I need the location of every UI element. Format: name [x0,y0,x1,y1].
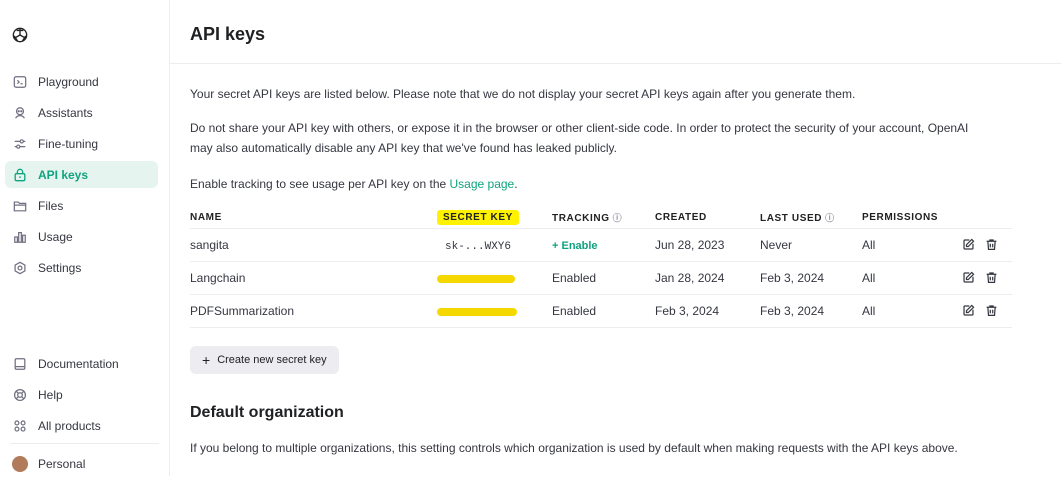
sliders-icon [12,136,28,152]
last-used-header-label: LAST USED [760,213,823,224]
terminal-icon [12,74,28,90]
permissions-value: All [862,228,962,262]
enable-tracking-button[interactable]: + Enable [552,240,598,252]
redacted-secret-key [437,274,515,283]
sidebar-item-label: All products [38,418,101,433]
delete-icon[interactable] [985,271,999,285]
sidebar-item-help[interactable]: Help [5,381,158,408]
permissions-value: All [862,261,962,295]
create-new-secret-key-button[interactable]: + Create new secret key [190,346,339,374]
sidebar-item-usage[interactable]: Usage [5,223,158,250]
robot-icon [12,105,28,121]
redacted-secret-key [437,307,517,316]
column-header-created: CREATED [655,207,760,229]
last-used-date: Feb 3, 2024 [760,261,862,295]
key-name: PDFSummarization [190,294,437,328]
sidebar-item-documentation[interactable]: Documentation [5,350,158,377]
last-used-date: Feb 3, 2024 [760,294,862,328]
openai-logo-icon[interactable] [10,25,30,45]
edit-icon[interactable] [962,238,976,252]
api-keys-table: NAME SECRET KEY TRACKING ⓘ CREATED LAST U… [190,207,1012,328]
last-used-date: Never [760,228,862,262]
tracking-note-suffix: . [514,177,518,191]
sidebar-item-label: Files [38,198,64,213]
info-icon[interactable]: ⓘ [825,211,835,224]
sidebar: Playground Assistants Fine-tuning API ke… [0,0,170,476]
sidebar-item-assistants[interactable]: Assistants [5,99,158,126]
column-header-last-used: LAST USED ⓘ [760,207,862,229]
sidebar-item-label: Settings [38,260,82,275]
table-header-row: NAME SECRET KEY TRACKING ⓘ CREATED LAST U… [190,207,1012,229]
secret-key-cell: sk-...WXY6 [437,228,552,262]
sidebar-item-label: Usage [38,229,73,244]
sidebar-divider [10,443,159,444]
folder-icon [12,198,28,214]
delete-icon[interactable] [985,238,999,252]
bar-chart-icon [12,229,28,245]
masked-secret-key: sk-...WXY6 [445,240,512,253]
tracking-cell: + Enable [552,228,655,262]
sidebar-item-label: Help [38,387,63,402]
info-icon[interactable]: ⓘ [613,211,623,224]
header-divider [170,63,1061,64]
column-header-secret-key: SECRET KEY [437,207,552,229]
page-title: API keys [190,24,266,44]
row-actions [962,228,1012,262]
help-icon [12,387,28,403]
sidebar-item-api-keys[interactable]: API keys [5,161,158,188]
sidebar-item-label: Playground [38,74,99,89]
sidebar-item-label: Documentation [38,356,119,371]
created-date: Feb 3, 2024 [655,294,760,328]
default-organization-title: Default organization [190,404,344,421]
row-actions [962,261,1012,295]
delete-icon[interactable] [985,304,999,318]
secret-key-header-label: SECRET KEY [437,210,519,225]
secret-key-cell [437,294,552,328]
sidebar-item-label: Assistants [38,105,93,120]
grid-icon [12,418,28,434]
column-header-name: NAME [190,207,437,229]
sidebar-item-files[interactable]: Files [5,192,158,219]
created-date: Jun 28, 2023 [655,228,760,262]
column-header-tracking: TRACKING ⓘ [552,207,655,229]
created-date: Jan 28, 2024 [655,261,760,295]
row-actions [962,294,1012,328]
table-row: PDFSummarization Enabled Feb 3, 2024 Feb… [190,294,1012,328]
create-button-label: Create new secret key [217,354,327,366]
edit-icon[interactable] [962,271,976,285]
tracking-header-label: TRACKING [552,213,610,224]
sidebar-item-fine-tuning[interactable]: Fine-tuning [5,130,158,157]
tracking-note: Enable tracking to see usage per API key… [190,174,990,194]
table-row: sangita sk-...WXY6 + Enable Jun 28, 2023… [190,228,1012,262]
column-header-permissions: PERMISSIONS [862,207,962,229]
avatar [12,455,28,472]
sidebar-item-label: API keys [38,167,89,182]
document-icon [12,356,28,372]
secret-key-cell [437,261,552,295]
usage-page-link[interactable]: Usage page [450,177,515,191]
security-warning-text: Do not share your API key with others, o… [190,121,969,155]
tracking-note-text: Enable tracking to see usage per API key… [190,177,450,191]
permissions-value: All [862,294,962,328]
key-name: Langchain [190,261,437,295]
sidebar-item-settings[interactable]: Settings [5,254,158,281]
main-content: API keys Your secret API keys are listed… [170,0,1061,476]
table-row: Langchain Enabled Jan 28, 2024 Feb 3, 20… [190,261,1012,295]
account-switcher[interactable]: Personal [5,450,158,477]
gear-icon [12,260,28,276]
key-name: sangita [190,228,437,262]
default-organization-description: If you belong to multiple organizations,… [190,441,958,455]
tracking-status: Enabled [552,294,655,328]
lock-icon [12,167,28,183]
column-header-actions [962,207,1012,229]
plus-icon: + [202,352,211,368]
sidebar-item-label: Fine-tuning [38,136,99,151]
sidebar-item-all-products[interactable]: All products [5,412,158,439]
sidebar-item-playground[interactable]: Playground [5,68,158,95]
tracking-status: Enabled [552,261,655,295]
intro-text: Your secret API keys are listed below. P… [190,87,856,101]
account-label: Personal [38,456,86,471]
edit-icon[interactable] [962,304,976,318]
